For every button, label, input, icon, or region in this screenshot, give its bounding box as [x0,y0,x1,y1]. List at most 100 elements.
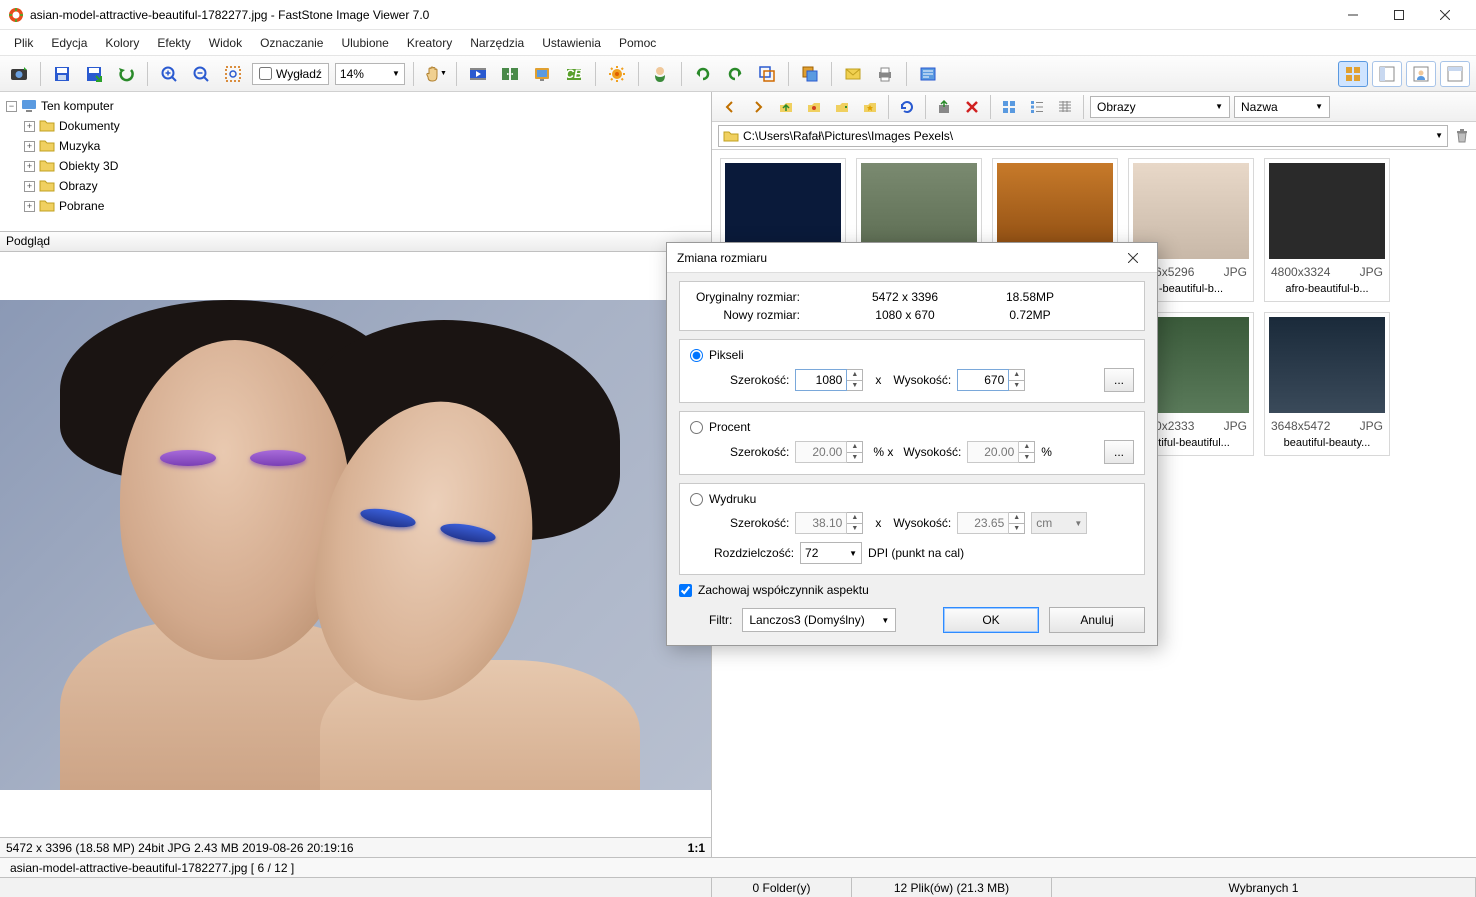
menu-efekty[interactable]: Efekty [149,33,198,53]
menu-kreatory[interactable]: Kreatory [399,33,460,53]
sort-combo[interactable]: Nazwa▼ [1234,96,1330,118]
view-fullscreen-button[interactable] [1406,61,1436,87]
zoom-combo[interactable]: 14%▼ [335,63,405,85]
print-radio[interactable]: Wydruku [690,492,1134,506]
spin-buttons[interactable]: ▲▼ [847,369,863,391]
zoom-out-button[interactable] [188,61,214,87]
aspect-checkbox[interactable]: Zachowaj współczynnik aspektu [679,583,1145,597]
print-button[interactable] [872,61,898,87]
nav-up-button[interactable] [774,95,798,119]
print-width-input[interactable] [795,512,847,534]
pixels-group: Pikseli Szerokość: ▲▼ x Wysokość: ▲▼ ... [679,339,1145,403]
wallpaper-button[interactable] [529,61,555,87]
view-dual-button[interactable] [1440,61,1470,87]
filter-type-combo[interactable]: Obrazy▼ [1090,96,1230,118]
view-details-button[interactable] [1053,95,1077,119]
nav-toolbar: Obrazy▼ Nazwa▼ [712,92,1476,122]
menu-pomoc[interactable]: Pomoc [611,33,664,53]
thumb-name: afro-beautiful-b... [1265,281,1389,301]
view-list-button[interactable] [1025,95,1049,119]
acquire-button[interactable] [6,61,32,87]
print-height-input[interactable] [957,512,1009,534]
pixel-height-input[interactable] [957,369,1009,391]
save-as-button[interactable] [81,61,107,87]
clone-button[interactable] [797,61,823,87]
folder-tree[interactable]: − Ten komputer +Dokumenty +Muzyka +Obiek… [0,92,711,232]
spin-buttons[interactable]: ▲▼ [1009,369,1025,391]
cancel-button[interactable]: Anuluj [1049,607,1145,633]
tree-item-obiekty3d[interactable]: +Obiekty 3D [2,156,709,176]
percent-presets-button[interactable]: ... [1104,440,1134,464]
zoom-fit-button[interactable] [220,61,246,87]
unit-combo[interactable]: cm▼ [1031,512,1087,534]
menu-narzedzia[interactable]: Narzędzia [462,33,532,53]
maximize-button[interactable] [1376,0,1422,30]
tree-root[interactable]: − Ten komputer [2,96,709,116]
email-button[interactable] [840,61,866,87]
export-button[interactable] [932,95,956,119]
close-window-button[interactable] [1422,0,1468,30]
trash-button[interactable] [1454,128,1470,144]
tree-item-obrazy[interactable]: +Obrazy [2,176,709,196]
hand-tool-button[interactable]: ▼ [422,61,448,87]
menu-edycja[interactable]: Edycja [43,33,95,53]
x-separator: x [875,516,881,530]
tree-label: Pobrane [59,199,104,213]
pixels-radio[interactable]: Pikseli [690,348,1134,362]
spin-buttons[interactable]: ▲▼ [847,441,863,463]
slideshow-button[interactable] [465,61,491,87]
rotate-left-button[interactable] [690,61,716,87]
zoom-in-button[interactable] [156,61,182,87]
view-thumbnails-button[interactable] [1338,61,1368,87]
view-large-icons-button[interactable] [997,95,1021,119]
delete-button[interactable] [960,95,984,119]
spin-buttons[interactable]: ▲▼ [847,512,863,534]
builder-button[interactable]: CB [561,61,587,87]
resolution-label: Rozdzielczość: [714,546,794,560]
pixel-width-input[interactable] [795,369,847,391]
nav-forward-button[interactable] [746,95,770,119]
nav-fav-button[interactable] [858,95,882,119]
menu-widok[interactable]: Widok [201,33,250,53]
menu-oznaczanie[interactable]: Oznaczanie [252,33,331,53]
preview-area[interactable] [0,252,711,837]
path-input[interactable]: C:\Users\Rafał\Pictures\Images Pexels\ ▼ [718,125,1448,147]
spin-buttons[interactable]: ▲▼ [1019,441,1035,463]
skin-button[interactable] [647,61,673,87]
resolution-combo[interactable]: 72▼ [800,542,862,564]
menu-ustawienia[interactable]: Ustawienia [534,33,609,53]
thumbnail-item[interactable]: 3648x5472JPGbeautiful-beauty... [1264,312,1390,456]
nav-home-button[interactable] [802,95,826,119]
tree-item-dokumenty[interactable]: +Dokumenty [2,116,709,136]
menu-ulubione[interactable]: Ulubione [333,33,396,53]
refresh-button[interactable] [895,95,919,119]
rotate-right-button[interactable] [722,61,748,87]
tree-item-muzyka[interactable]: +Muzyka [2,136,709,156]
smooth-checkbox[interactable]: Wygładź [252,63,329,85]
percent-height-input[interactable] [967,441,1019,463]
resize-button[interactable] [754,61,780,87]
compare-button[interactable] [497,61,523,87]
settings-button[interactable] [604,61,630,87]
spin-buttons[interactable]: ▲▼ [1009,512,1025,534]
percent-width-input[interactable] [795,441,847,463]
menu-plik[interactable]: Plik [6,33,41,53]
save-button[interactable] [49,61,75,87]
filter-combo[interactable]: Lanczos3 (Domyślny)▼ [742,608,896,632]
tree-item-pobrane[interactable]: +Pobrane [2,196,709,216]
ok-button[interactable]: OK [943,607,1039,633]
pixel-presets-button[interactable]: ... [1104,368,1134,392]
jpeg-comment-button[interactable] [915,61,941,87]
preview-ratio[interactable]: 1:1 [688,841,705,855]
menu-kolory[interactable]: Kolory [97,33,147,53]
undo-button[interactable] [113,61,139,87]
dialog-close-button[interactable] [1119,247,1147,269]
minimize-button[interactable] [1330,0,1376,30]
percent-radio[interactable]: Procent [690,420,1134,434]
nav-back-button[interactable] [718,95,742,119]
dialog-titlebar[interactable]: Zmiana rozmiaru [667,243,1157,273]
nav-fav-add-button[interactable] [830,95,854,119]
thumbnail-item[interactable]: 4800x3324JPGafro-beautiful-b... [1264,158,1390,302]
view-browser-button[interactable] [1372,61,1402,87]
new-size-label: Nowy rozmiar: [690,308,830,322]
